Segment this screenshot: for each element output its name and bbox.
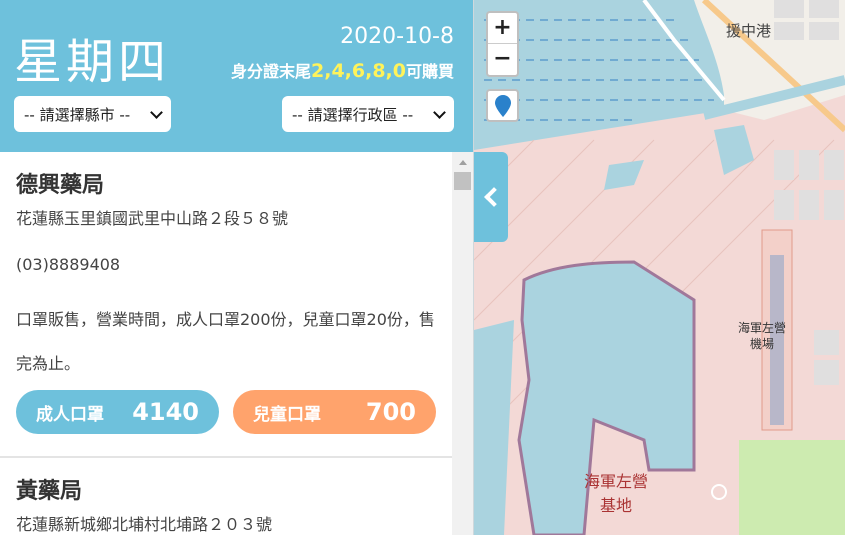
adult-mask-badge: 成人口罩 4140 bbox=[16, 390, 219, 434]
scroll-thumb[interactable] bbox=[454, 172, 471, 190]
scroll-up-arrow-icon[interactable] bbox=[459, 160, 467, 165]
child-mask-label: 兒童口罩 bbox=[253, 404, 321, 425]
chevron-down-icon bbox=[150, 105, 163, 119]
adult-mask-count: 4140 bbox=[132, 398, 199, 426]
map-canvas bbox=[474, 0, 845, 535]
store-address: 花蓮縣新城鄉北埔村北埔路２０３號 bbox=[16, 515, 273, 534]
map-label-harbor: 援中港 bbox=[726, 22, 772, 40]
district-select-value: -- 請選擇行政區 -- bbox=[292, 105, 414, 124]
rule-prefix: 身分證末尾 bbox=[230, 62, 311, 81]
city-select[interactable]: -- 請選擇縣市 -- bbox=[14, 96, 171, 132]
base-label-line1: 海軍左營 bbox=[583, 472, 648, 491]
location-pin-icon bbox=[494, 94, 511, 117]
base-label-line2: 基地 bbox=[599, 496, 632, 515]
store-name: 黃藥局 bbox=[16, 479, 83, 504]
mask-counts: 成人口罩 4140 兒童口罩 700 bbox=[16, 386, 436, 456]
rule-suffix: 可購買 bbox=[405, 62, 454, 81]
chevron-down-icon bbox=[433, 105, 446, 119]
store-phone: (03)8889408 bbox=[16, 255, 121, 274]
store-address: 花蓮縣玉里鎮國武里中山路２段５８號 bbox=[16, 209, 289, 228]
rule-digits: 2,4,6,8,0 bbox=[311, 60, 406, 82]
weekday-title: 星期四 bbox=[14, 34, 171, 90]
date-label: 2020-10-8 bbox=[340, 24, 454, 49]
header: 星期四 2020-10-8 身分證末尾2,4,6,8,0可購買 -- 請選擇縣市… bbox=[0, 0, 473, 152]
store-card[interactable]: 黃藥局 花蓮縣新城鄉北埔村北埔路２０３號 bbox=[0, 458, 452, 535]
map-label-naval-base: 海軍左營 基地 bbox=[576, 470, 656, 518]
store-card[interactable]: 德興藥局 花蓮縣玉里鎮國武里中山路２段５８號 (03)8889408 口罩販售，… bbox=[0, 152, 452, 458]
district-select[interactable]: -- 請選擇行政區 -- bbox=[282, 96, 454, 132]
store-list[interactable]: 德興藥局 花蓮縣玉里鎮國武里中山路２段５８號 (03)8889408 口罩販售，… bbox=[0, 152, 452, 535]
airport-label-line2: 機場 bbox=[749, 337, 774, 351]
map-label-airport: 海軍左營 機場 bbox=[732, 320, 792, 352]
city-select-value: -- 請選擇縣市 -- bbox=[24, 105, 131, 124]
child-mask-count: 700 bbox=[365, 398, 416, 426]
purchase-rule: 身分證末尾2,4,6,8,0可購買 bbox=[231, 58, 454, 82]
sidebar: 星期四 2020-10-8 身分證末尾2,4,6,8,0可購買 -- 請選擇縣市… bbox=[0, 0, 474, 535]
child-mask-badge: 兒童口罩 700 bbox=[233, 390, 436, 434]
zoom-in-button[interactable]: + bbox=[488, 13, 517, 44]
chevron-left-icon bbox=[484, 187, 504, 207]
adult-mask-label: 成人口罩 bbox=[36, 404, 104, 425]
locate-button[interactable] bbox=[486, 89, 519, 122]
airport-label-line1: 海軍左營 bbox=[737, 321, 786, 335]
store-note: 口罩販售，營業時間，成人口罩200份，兒童口罩20份，售完為止。 bbox=[16, 310, 435, 373]
store-name: 德興藥局 bbox=[16, 173, 105, 198]
zoom-out-button[interactable]: − bbox=[488, 44, 517, 75]
zoom-control: + − bbox=[486, 11, 519, 77]
collapse-sidebar-button[interactable] bbox=[474, 152, 508, 242]
map-view[interactable]: 援中港 海軍左營 機場 海軍左營 基地 bbox=[474, 0, 845, 535]
list-scrollbar[interactable] bbox=[452, 152, 473, 535]
